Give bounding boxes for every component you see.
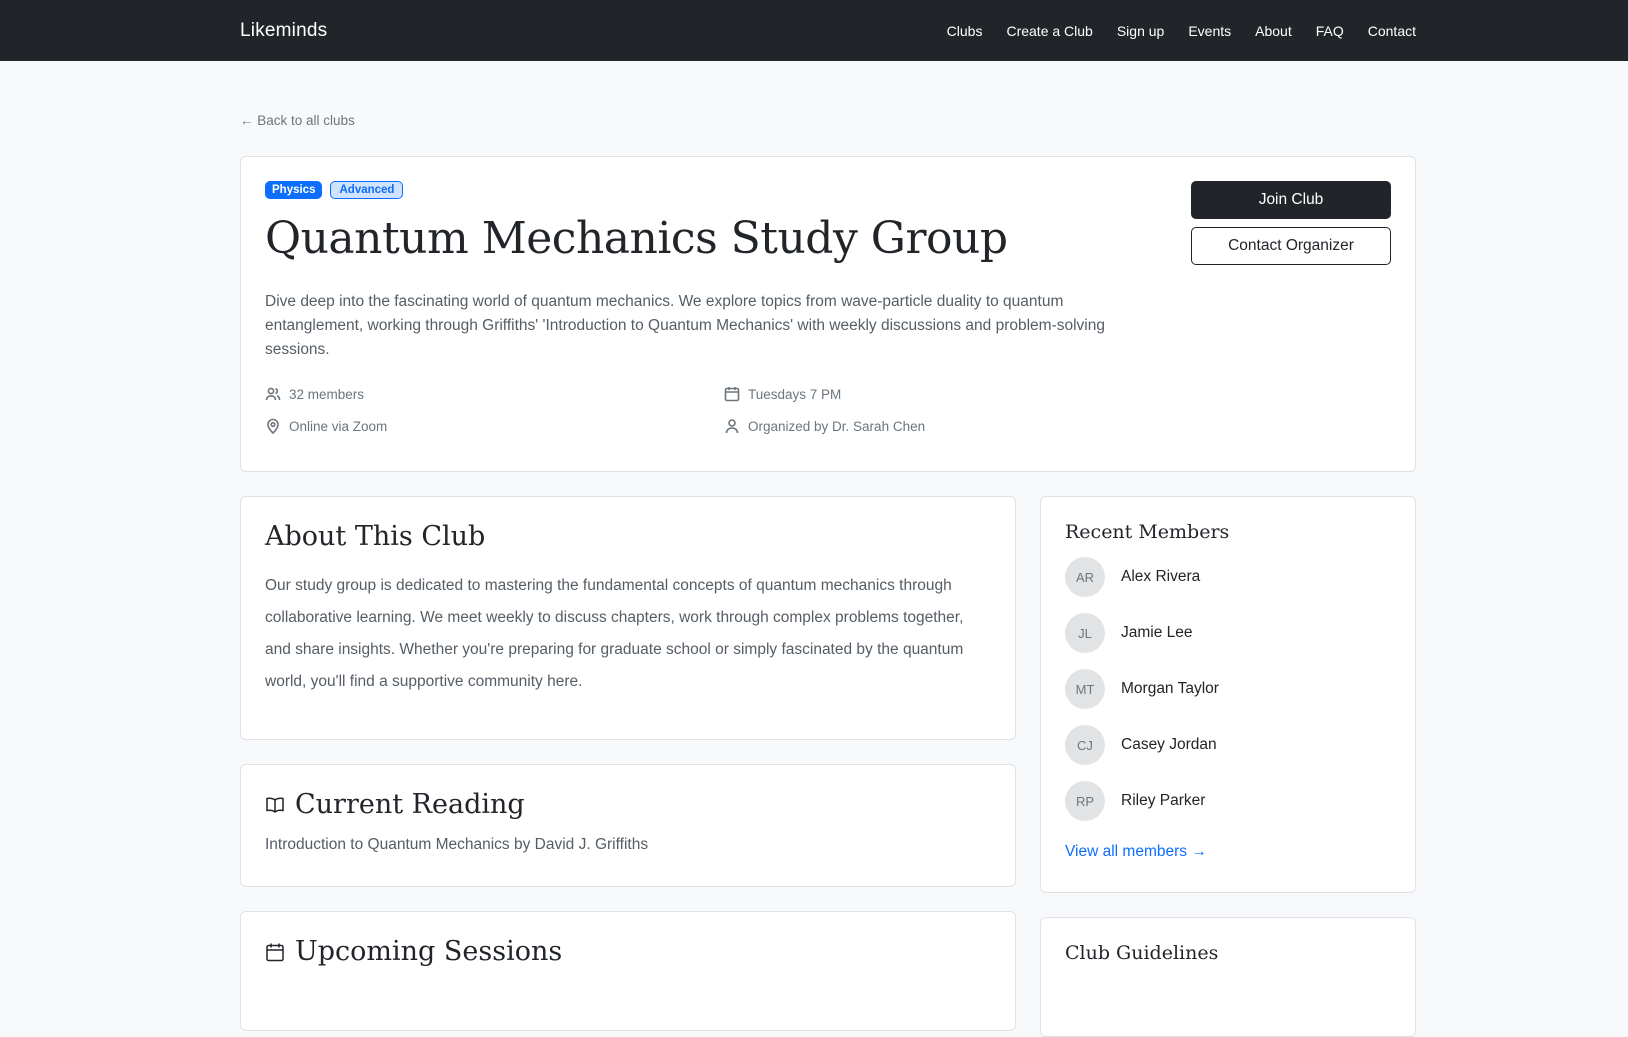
about-title: About This Club [265,521,486,552]
meta-organizer: Organized by Dr. Sarah Chen [724,418,1144,434]
brand-logo[interactable]: Likeminds [240,20,327,42]
current-reading-card: Current Reading Introduction to Quantum … [240,764,1016,887]
user-icon [725,419,739,434]
meta-members: 32 members [265,386,724,402]
organizer-name: Organized by Dr. Sarah Chen [748,418,926,434]
club-meta: 32 members Tuesdays 7 PM Online via Zoom… [265,386,1391,434]
meta-location: Online via Zoom [265,418,724,434]
meta-schedule: Tuesdays 7 PM [724,386,1144,402]
upcoming-sessions-card: Upcoming Sessions [240,911,1016,1031]
list-item[interactable]: MT Morgan Taylor [1065,669,1391,709]
join-club-button[interactable]: Join Club [1191,181,1391,219]
users-icon [265,387,281,401]
view-all-members-link[interactable]: View all members → [1065,843,1391,861]
list-item[interactable]: JL Jamie Lee [1065,613,1391,653]
recent-members-title: Recent Members [1065,521,1230,543]
nav-link-create-club[interactable]: Create a Club [1006,23,1092,39]
map-pin-icon [267,418,279,434]
member-name: Alex Rivera [1121,568,1201,585]
current-reading-heading: Current Reading [265,789,991,820]
about-club-card: About This Club Our study group is dedic… [240,496,1016,740]
nav-link-clubs[interactable]: Clubs [947,23,983,39]
club-description: Dive deep into the fascinating world of … [265,293,1105,358]
about-text: Our study group is dedicated to masterin… [265,577,964,690]
nav-link-about[interactable]: About [1255,23,1292,39]
member-name: Jamie Lee [1121,624,1193,641]
avatar: AR [1065,557,1105,597]
current-reading-title: Current Reading [295,789,525,820]
hero-actions: Join Club Contact Organizer [1191,181,1391,265]
club-hero-card: Physics Advanced Quantum Mechanics Study… [240,156,1416,472]
calendar-icon [724,387,740,402]
book-open-icon [266,797,284,813]
nav-link-sign-up[interactable]: Sign up [1117,23,1164,39]
club-guidelines-title: Club Guidelines [1065,942,1219,964]
avatar: MT [1065,669,1105,709]
current-reading-text: Introduction to Quantum Mechanics by Dav… [265,836,649,853]
meeting-schedule: Tuesdays 7 PM [748,386,842,402]
avatar: CJ [1065,725,1105,765]
upcoming-sessions-title: Upcoming Sessions [295,936,563,967]
calendar-icon [266,943,284,961]
nav-link-faq[interactable]: FAQ [1316,23,1344,39]
back-to-clubs-link[interactable]: ← Back to all clubs [240,113,355,128]
member-name: Casey Jordan [1121,736,1217,753]
member-list: AR Alex Rivera JL Jamie Lee MT Morgan Ta… [1065,557,1391,821]
avatar: RP [1065,781,1105,821]
nav-link-contact[interactable]: Contact [1368,23,1416,39]
nav-links: Clubs Create a Club Sign up Events About… [947,23,1416,39]
badge-category: Physics [265,181,323,199]
list-item[interactable]: AR Alex Rivera [1065,557,1391,597]
upcoming-sessions-heading: Upcoming Sessions [265,936,991,967]
list-item[interactable]: CJ Casey Jordan [1065,725,1391,765]
navbar: Likeminds Clubs Create a Club Sign up Ev… [0,0,1628,61]
members-count: 32 members [289,386,365,402]
badge-level: Advanced [330,181,404,199]
contact-organizer-button[interactable]: Contact Organizer [1191,227,1391,265]
list-item[interactable]: RP Riley Parker [1065,781,1391,821]
meeting-location: Online via Zoom [289,418,388,434]
member-name: Riley Parker [1121,792,1206,809]
club-guidelines-card: Club Guidelines [1040,917,1416,1037]
nav-link-events[interactable]: Events [1188,23,1231,39]
member-name: Morgan Taylor [1121,680,1219,697]
recent-members-card: Recent Members AR Alex Rivera JL Jamie L… [1040,496,1416,893]
avatar: JL [1065,613,1105,653]
